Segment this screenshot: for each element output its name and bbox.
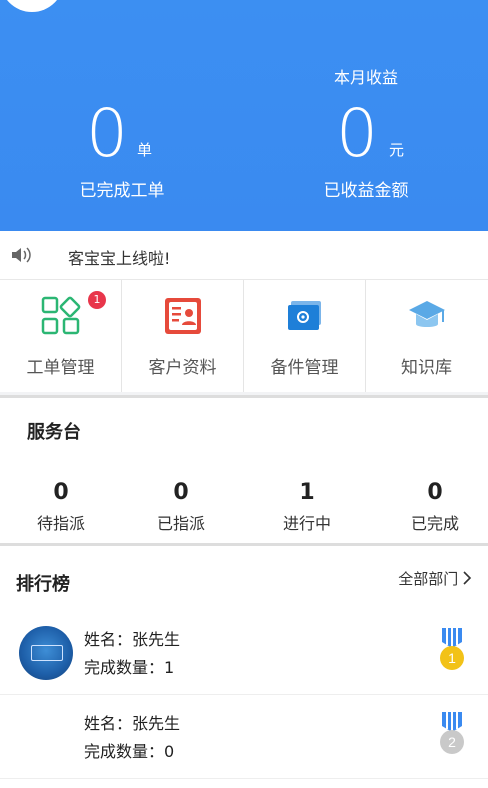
menu-item-customer-info[interactable]: 客户资料 [122, 280, 244, 392]
ranking-row[interactable]: 姓名：张先生 完成数量：0 2 [0, 696, 488, 779]
completed-orders-value: 0 [86, 95, 128, 172]
quick-menu: 1 工单管理 客户资料 备件管理 知识库 [0, 280, 488, 392]
ranking-count: 完成数量：1 [84, 658, 175, 677]
menu-item-label: 知识库 [401, 358, 452, 378]
desk-count: 1 [299, 480, 315, 505]
chevron-right-icon [463, 570, 472, 588]
completed-orders-label: 已完成工单 [79, 181, 165, 201]
contact-card-icon [163, 296, 203, 336]
ranking-name: 姓名：张先生 [84, 714, 181, 733]
menu-item-work-orders[interactable]: 1 工单管理 [0, 280, 122, 392]
ranking-count: 完成数量：0 [84, 742, 175, 761]
desk-completed[interactable]: 0 已完成 [374, 480, 488, 534]
income-label: 已收益金额 [323, 181, 409, 201]
silver-medal-icon: 2 [436, 710, 468, 756]
service-desk-title: 服务台 [27, 422, 81, 443]
desk-label: 待指派 [36, 514, 85, 533]
grid-apps-icon [41, 296, 81, 336]
ranking-title: 排行榜 [16, 574, 70, 595]
desk-in-progress[interactable]: 1 进行中 [246, 480, 368, 534]
desk-label: 已指派 [156, 514, 205, 533]
notice-bar[interactable]: 客宝宝上线啦! [0, 231, 488, 280]
work-orders-badge: 1 [88, 291, 106, 309]
desk-count: 0 [173, 480, 189, 505]
income-value: 0 [336, 95, 378, 172]
svg-text:2: 2 [448, 734, 456, 750]
desk-count: 0 [427, 480, 443, 505]
service-desk: 服务台 0 待指派 0 已指派 1 进行中 0 已完成 [0, 395, 488, 544]
menu-item-label: 工单管理 [26, 358, 95, 378]
avatar [19, 626, 73, 680]
desk-count: 0 [53, 480, 69, 505]
graduation-cap-icon [407, 296, 447, 336]
menu-item-knowledge-base[interactable]: 知识库 [366, 280, 487, 392]
completed-orders-stat: 0 单 已完成工单 [0, 0, 244, 231]
speaker-icon [11, 246, 33, 268]
desk-label: 已完成 [410, 514, 459, 533]
gold-medal-icon: 1 [436, 626, 468, 672]
summary-header: 0 单 已完成工单 本月收益 0 元 已收益金额 [0, 0, 488, 231]
department-filter[interactable]: 全部部门 [398, 568, 472, 589]
desk-pending-assign[interactable]: 0 待指派 [0, 480, 122, 534]
income-caption: 本月收益 [333, 68, 398, 87]
menu-item-parts[interactable]: 备件管理 [244, 280, 366, 392]
income-unit: 元 [389, 141, 405, 159]
parts-box-icon [285, 296, 325, 336]
menu-item-label: 备件管理 [270, 358, 339, 378]
ranking-section: 排行榜 全部部门 姓名：张先生 完成数量：1 1 姓名：张先生 完成数量：0 2 [0, 543, 488, 788]
desk-assigned[interactable]: 0 已指派 [120, 480, 242, 534]
ranking-name: 姓名：张先生 [84, 630, 181, 649]
svg-text:1: 1 [448, 650, 456, 666]
menu-item-label: 客户资料 [148, 358, 217, 378]
completed-orders-unit: 单 [137, 141, 153, 159]
department-filter-label: 全部部门 [398, 570, 463, 588]
desk-label: 进行中 [282, 514, 331, 533]
income-stat: 本月收益 0 元 已收益金额 [244, 0, 488, 231]
ranking-row[interactable]: 姓名：张先生 完成数量：1 1 [0, 612, 488, 695]
notice-text: 客宝宝上线啦! [68, 249, 171, 268]
